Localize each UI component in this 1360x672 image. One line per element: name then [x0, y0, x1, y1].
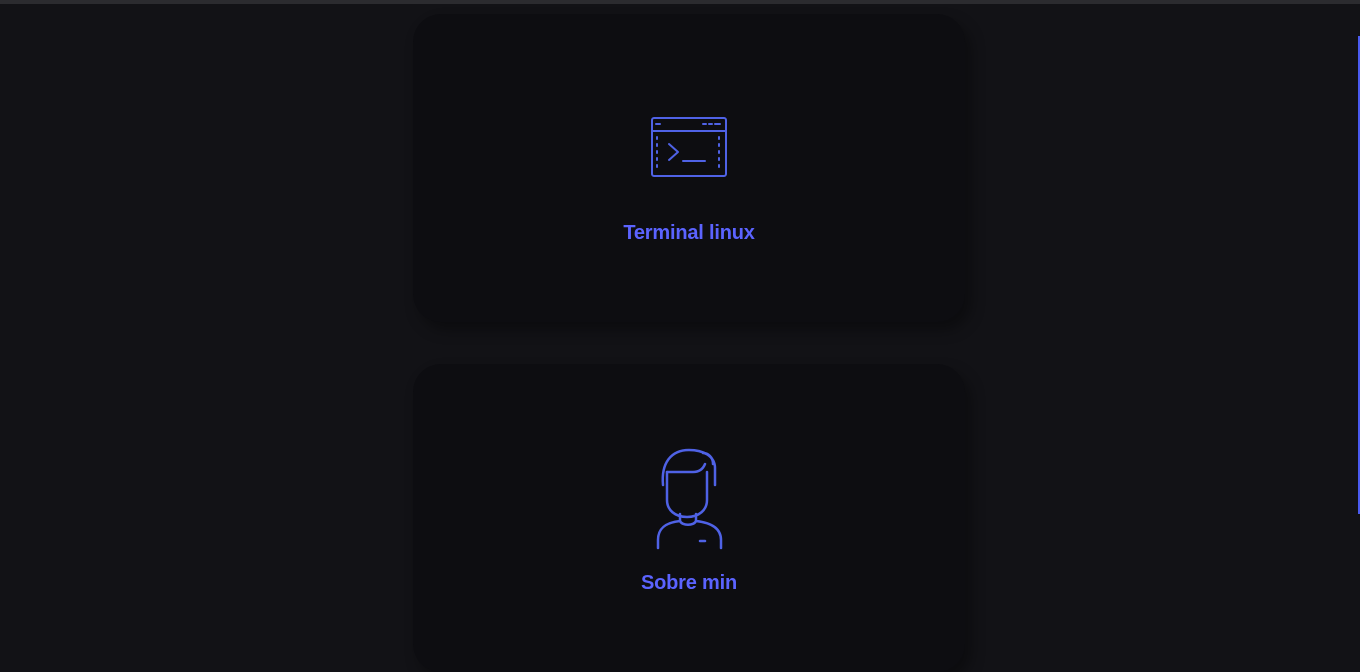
sobre-min-title: Sobre min [641, 572, 737, 594]
top-bar [0, 0, 1360, 4]
terminal-linux-card[interactable]: Terminal linux [413, 14, 965, 322]
user-avatar-icon [656, 448, 723, 550]
terminal-linux-title: Terminal linux [623, 222, 755, 244]
sobre-min-card[interactable]: Sobre min [413, 364, 965, 672]
terminal-icon [651, 117, 727, 177]
